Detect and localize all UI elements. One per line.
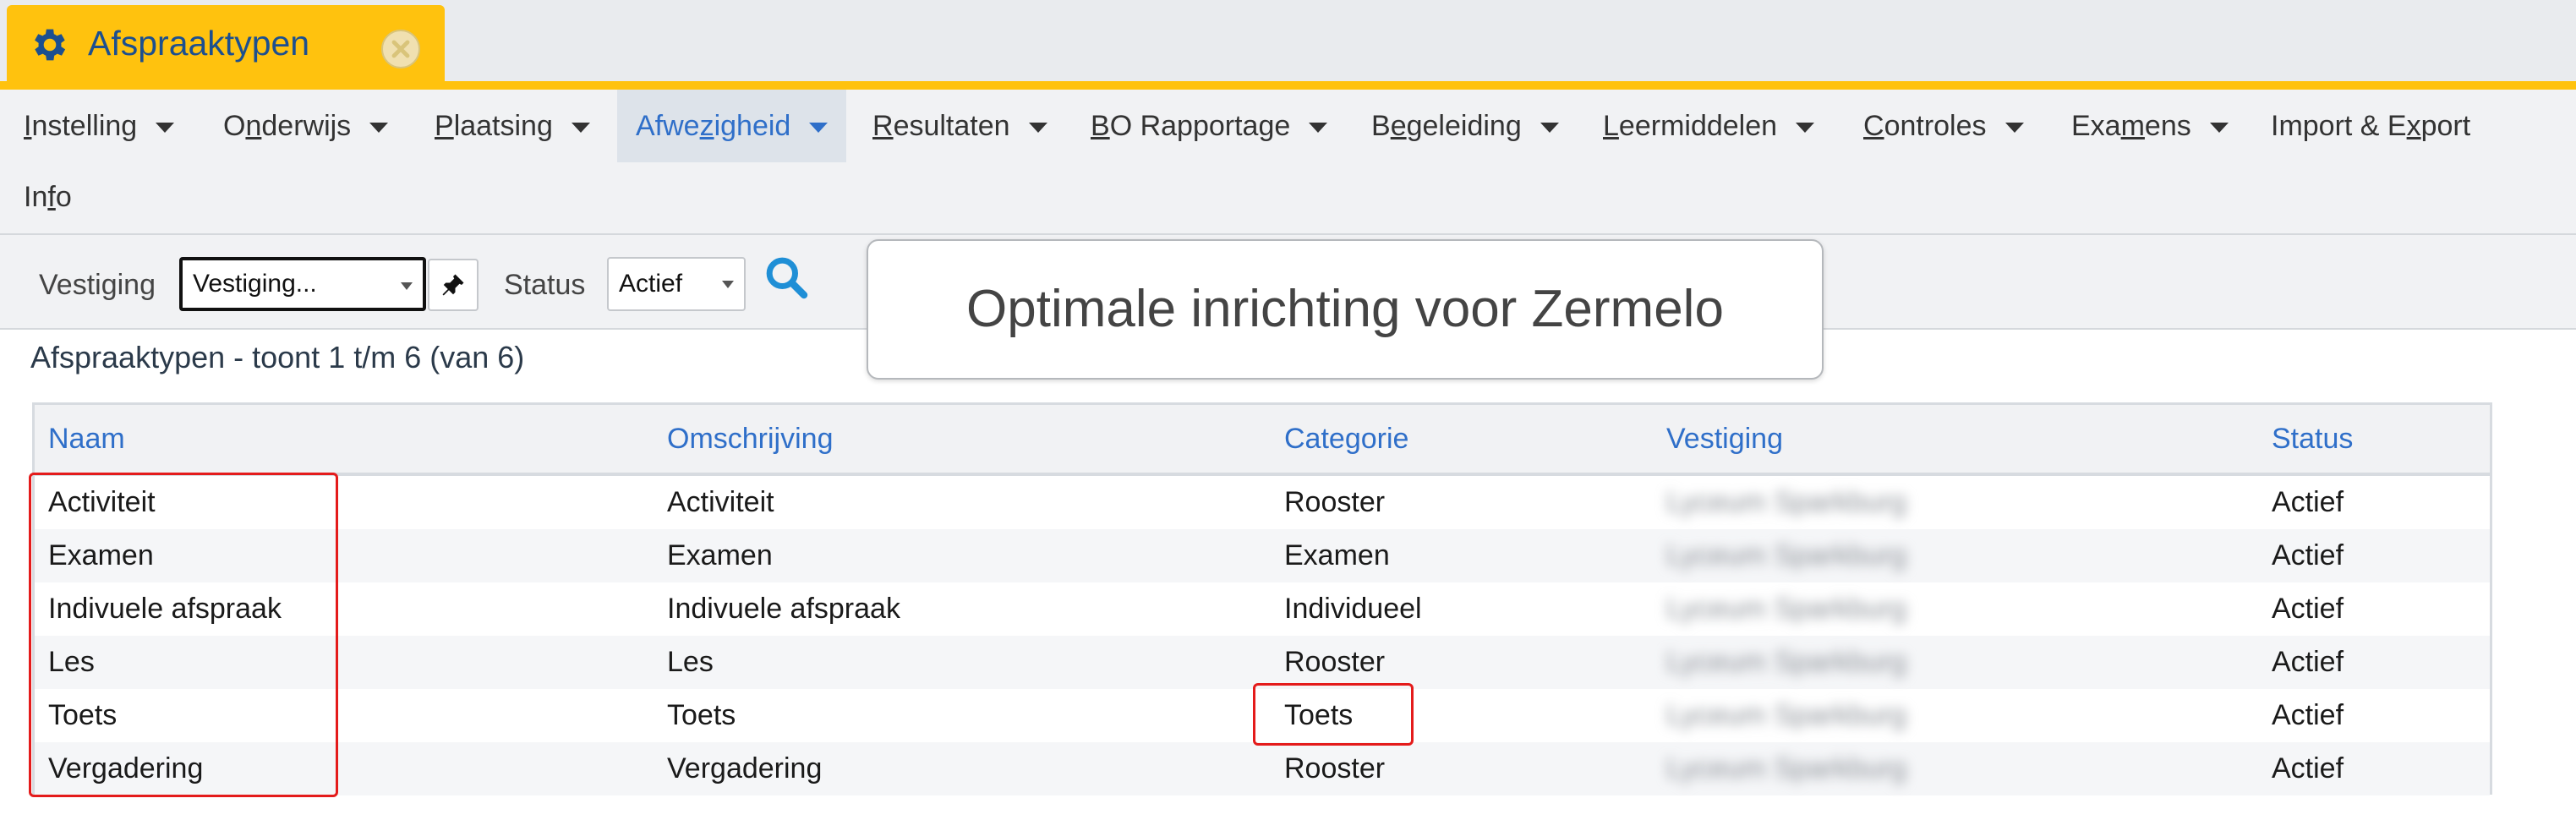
cell-omschrijving: Les — [667, 646, 714, 678]
listing-title: Afspraaktypen - toont 1 t/m 6 (van 6) — [30, 340, 525, 374]
menu-begeleiding[interactable]: Begeleiding — [1371, 90, 1559, 162]
column-header-vestiging[interactable]: Vestiging — [1666, 405, 1783, 473]
cell-status: Actief — [2272, 539, 2344, 571]
main-menu: Instelling Onderwijs Plaatsing Afwezighe… — [0, 90, 2576, 235]
tab-underline — [0, 81, 2576, 90]
cell-omschrijving: Indivuele afspraak — [667, 593, 900, 625]
status-label: Status — [504, 269, 586, 301]
cell-vestiging: Lyceum Sparkburg — [1666, 646, 1907, 678]
cell-omschrijving: Vergadering — [667, 752, 823, 785]
pin-button[interactable] — [428, 259, 479, 311]
table-row[interactable]: Vergadering Vergadering Rooster Lyceum S… — [35, 742, 2490, 795]
vestiging-label: Vestiging — [39, 269, 156, 301]
callout-banner: Optimale inrichting voor Zermelo — [867, 239, 1824, 380]
menu-info[interactable]: Info — [24, 161, 72, 233]
menu-controles[interactable]: Controles — [1863, 90, 2024, 162]
gear-icon — [35, 29, 66, 61]
cell-vestiging: Lyceum Sparkburg — [1666, 539, 1907, 571]
tab-title: Afspraaktypen — [88, 24, 310, 63]
table-row[interactable]: Indivuele afspraak Indivuele afspraak In… — [35, 582, 2490, 636]
chevron-down-icon — [571, 123, 590, 134]
cell-vestiging: Lyceum Sparkburg — [1666, 593, 1907, 625]
column-header-naam[interactable]: Naam — [48, 405, 125, 473]
chevron-down-icon — [369, 123, 389, 134]
pin-icon — [442, 274, 464, 296]
cell-omschrijving: Examen — [667, 539, 773, 571]
dropdown-arrow-icon — [401, 282, 413, 290]
chevron-down-icon — [809, 123, 829, 134]
menu-bo-rapportage[interactable]: BO Rapportage — [1091, 90, 1328, 162]
menu-resultaten[interactable]: Resultaten — [872, 90, 1047, 162]
cell-status: Actief — [2272, 699, 2344, 731]
dropdown-arrow-icon — [722, 281, 734, 288]
cell-vestiging: Lyceum Sparkburg — [1666, 752, 1907, 785]
column-header-categorie[interactable]: Categorie — [1284, 405, 1408, 473]
chevron-down-icon — [156, 123, 175, 134]
cell-vestiging: Lyceum Sparkburg — [1666, 486, 1907, 518]
table-row[interactable]: Examen Examen Examen Lyceum Sparkburg Ac… — [35, 529, 2490, 582]
chevron-down-icon — [1028, 123, 1047, 134]
cell-status: Actief — [2272, 593, 2344, 625]
highlight-toets-category — [1253, 683, 1414, 746]
vestiging-select-value: Vestiging... — [193, 270, 317, 298]
cell-omschrijving: Activiteit — [667, 486, 774, 518]
cell-status: Actief — [2272, 752, 2344, 785]
menu-instelling[interactable]: Instelling — [24, 90, 175, 162]
column-header-omschrijving[interactable]: Omschrijving — [667, 405, 833, 473]
chevron-down-icon — [2004, 123, 2024, 134]
cell-categorie: Individueel — [1284, 593, 1422, 625]
cell-categorie: Examen — [1284, 539, 1390, 571]
chevron-down-icon — [1540, 123, 1559, 134]
cell-categorie: Rooster — [1284, 752, 1386, 785]
cell-omschrijving: Toets — [667, 699, 736, 731]
chevron-down-icon — [1309, 123, 1328, 134]
cell-status: Actief — [2272, 486, 2344, 518]
column-header-status[interactable]: Status — [2272, 405, 2353, 473]
tab-bar: Afspraaktypen — [0, 0, 2576, 81]
cell-categorie: Rooster — [1284, 646, 1386, 678]
cell-categorie: Rooster — [1284, 486, 1386, 518]
menu-onderwijs[interactable]: Onderwijs — [223, 90, 389, 162]
menu-examens[interactable]: Examens — [2071, 90, 2229, 162]
cell-status: Actief — [2272, 646, 2344, 678]
menu-import-export[interactable]: Import & Export — [2271, 90, 2470, 162]
search-icon[interactable] — [763, 254, 810, 301]
menu-plaatsing[interactable]: Plaatsing — [435, 90, 590, 162]
tab-afspraaktypen[interactable]: Afspraaktypen — [7, 5, 445, 81]
menu-afwezigheid[interactable]: Afwezigheid — [617, 90, 847, 162]
menu-leermiddelen[interactable]: Leermiddelen — [1603, 90, 1815, 162]
close-circle-icon[interactable] — [380, 29, 421, 69]
table-header: Naam Omschrijving Categorie Vestiging St… — [35, 405, 2490, 476]
table-row[interactable]: Les Les Rooster Lyceum Sparkburg Actief — [35, 636, 2490, 689]
chevron-down-icon — [2209, 123, 2229, 134]
vestiging-select[interactable]: Vestiging... — [179, 257, 426, 311]
chevron-down-icon — [1796, 123, 1815, 134]
status-select-value: Actief — [619, 270, 683, 298]
status-select[interactable]: Actief — [607, 257, 746, 311]
highlight-naam-column — [29, 473, 338, 797]
cell-vestiging: Lyceum Sparkburg — [1666, 699, 1907, 731]
table-row[interactable]: Activiteit Activiteit Rooster Lyceum Spa… — [35, 476, 2490, 529]
